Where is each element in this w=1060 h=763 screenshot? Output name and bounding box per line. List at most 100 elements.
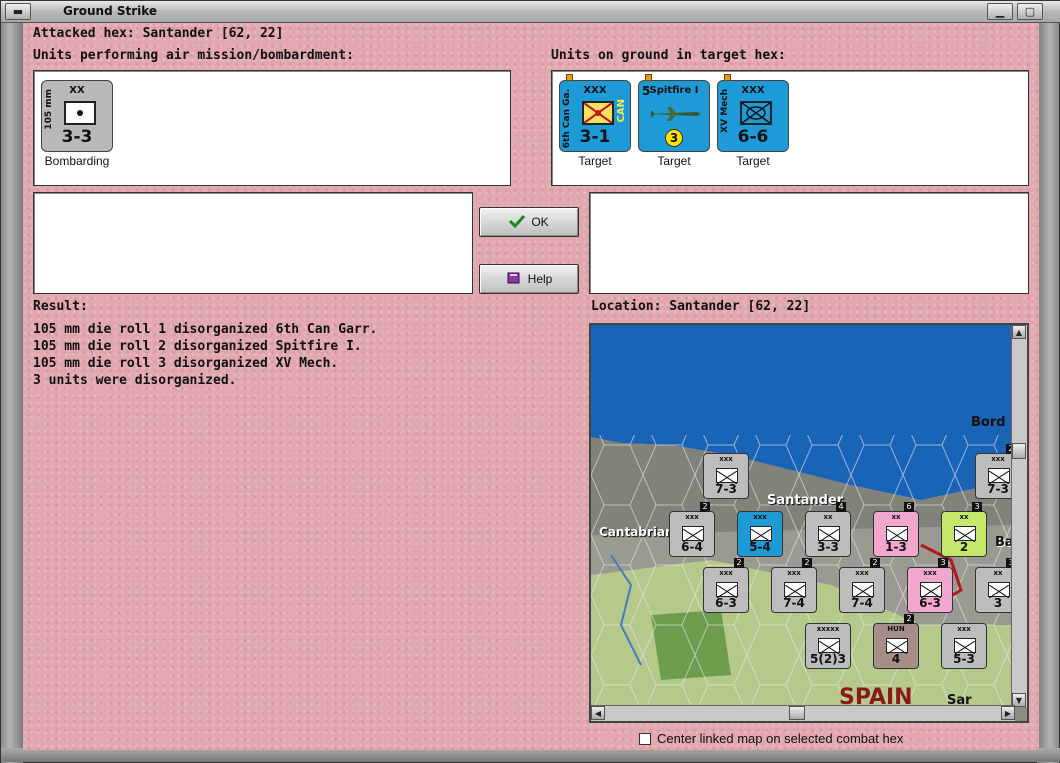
infantry-icon [886,638,908,655]
map-unit-counter[interactable]: xxx 6-4 2 [669,502,715,557]
frame-left [1,23,23,763]
air-unit-counter[interactable]: XX 105 mm 3-3 [41,80,113,152]
map-unit-strength: 4 [891,652,901,666]
linked-map[interactable]: Santander Cantabrian SPAIN Bord Ba Sar x… [589,323,1029,723]
infantry-icon [954,526,976,543]
center-map-option[interactable]: Center linked map on selected combat hex [639,731,903,746]
fighter-plane-icon [647,105,703,126]
map-vertical-scrollbar[interactable]: ▲ ▼ [1011,325,1027,707]
infantry-icon [784,582,806,599]
infantry-icon [750,526,772,543]
map-unit-counter[interactable]: xx 2 3 [941,502,987,557]
map-unit-strength: 6-3 [919,596,941,610]
map-unit-counter[interactable]: xxx 7-4 2 [771,558,817,613]
help-book-icon [506,271,522,288]
unit-marker-icon [566,74,573,81]
mech-infantry-icon [740,101,772,125]
result-line: 105 mm die roll 1 disorganized 6th Can G… [33,322,378,337]
ground-unit-counter[interactable]: Spitfire I 5 3 [638,74,710,152]
scroll-thumb-horizontal[interactable] [789,706,805,720]
range-circle: 3 [665,129,683,147]
map-unit-size: xxx [787,569,801,577]
map-unit-size: xx [891,513,901,521]
stack-count-badge: 3 [938,558,948,568]
ok-button[interactable]: OK [479,207,579,237]
title-bar[interactable]: ▬ Ground Strike ▁ ▢ [1,1,1060,23]
map-unit-counter[interactable]: xxx 7-4 2 [839,558,885,613]
air-unit-strength: 3-3 [61,127,93,147]
window-title: Ground Strike [63,4,158,18]
map-unit-size: xxxxx [816,625,840,633]
ok-button-label: OK [531,215,549,229]
infantry-icon [716,468,738,485]
map-unit-counter[interactable]: xx 3-3 4 [805,502,851,557]
map-unit-counter[interactable]: HUN 4 2 [873,614,919,669]
infantry-icon [988,468,1010,485]
ground-unit-item[interactable]: Spitfire I 5 3 Target [638,74,710,168]
help-button-label: Help [527,272,553,286]
ground-info-panel [589,192,1029,294]
ground-units-panel: XXX 6th Can Ga. CAN 3-1 Target Spitfire … [551,70,1029,186]
air-info-panel [33,192,473,294]
scroll-left-icon[interactable]: ◀ [591,706,605,720]
ground-unit-item[interactable]: XXX 6th Can Ga. CAN 3-1 Target [559,74,631,168]
scroll-thumb-vertical[interactable] [1012,443,1026,459]
map-unit-counter[interactable]: xxx 6-3 2 [703,558,749,613]
map-unit-strength: 7-4 [851,596,873,610]
infantry-icon [954,638,976,655]
infantry-icon [818,526,840,543]
maximize-button[interactable]: ▢ [1017,3,1043,20]
map-unit-size: xxx [753,513,767,521]
map-unit-counter[interactable]: xxx 5-4 [737,511,783,557]
ground-unit-caption: Target [736,154,770,168]
ground-unit-counter[interactable]: XXX 6th Can Ga. CAN 3-1 [559,74,631,152]
map-unit-size: xxx [719,569,733,577]
ground-unit-counter[interactable]: XXX XV Mech 6-6 [717,74,789,152]
ground-unit-caption: Target [657,154,691,168]
map-unit-counter[interactable]: xxx 6-3 3 [907,558,953,613]
air-unit-item[interactable]: XX 105 mm 3-3 Bombarding [41,80,113,168]
map-unit-size: xxx [719,455,733,463]
air-rating: 5 [642,84,651,98]
map-unit-size: HUN [887,625,905,633]
map-unit-strength: 2 [959,540,969,554]
air-units-panel: XX 105 mm 3-3 Bombarding [33,70,511,186]
dialog-content: Attacked hex: Santander [62, 22] Units p… [23,23,1039,750]
map-unit-counter[interactable]: xxx 5-3 [941,623,987,669]
help-button[interactable]: Help [479,264,579,294]
center-map-label: Center linked map on selected combat hex [657,731,904,746]
map-unit-strength: 5(2)3 [809,652,847,666]
ground-unit-strength: 3-1 [579,127,611,147]
map-unit-size: xxx [923,569,937,577]
map-unit-strength: 7-4 [783,596,805,610]
map-unit-strength: 5-3 [953,652,975,666]
infantry-icon [716,582,738,599]
system-menu-button[interactable]: ▬ [5,3,31,20]
stack-count-badge: 2 [734,558,744,568]
scroll-right-icon[interactable]: ▶ [1001,706,1015,720]
infantry-icon [818,638,840,655]
scroll-up-icon[interactable]: ▲ [1012,325,1026,339]
map-unit-counter[interactable]: xxx 7-3 [703,453,749,499]
map-unit-strength: 7-3 [715,482,737,496]
unit-marker-icon [645,74,652,81]
map-unit-strength: 6-4 [681,540,703,554]
map-unit-counter[interactable]: xxxxx 5(2)3 [805,623,851,669]
result-label: Result: [33,299,88,314]
ground-unit-item[interactable]: XXX XV Mech 6-6 Target [717,74,789,168]
map-horizontal-scrollbar[interactable]: ◀ ▶ [591,705,1015,721]
stack-count-badge: 2 [870,558,880,568]
map-region-label: Cantabrian [599,525,674,539]
map-unit-size: xxx [957,625,971,633]
map-unit-size: xxx [685,513,699,521]
minimize-button[interactable]: ▁ [987,3,1013,20]
result-line: 105 mm die roll 2 disorganized Spitfire … [33,339,362,354]
garrison-icon [582,101,614,125]
center-map-checkbox[interactable] [639,732,651,745]
stack-count-badge: 6 [904,502,914,512]
map-unit-counter[interactable]: xx 1-3 6 [873,502,919,557]
map-label-bord: Bord [971,415,1006,430]
stack-count-badge: 2 [700,502,710,512]
map-unit-size: xx [823,513,833,521]
infantry-icon [886,526,908,543]
